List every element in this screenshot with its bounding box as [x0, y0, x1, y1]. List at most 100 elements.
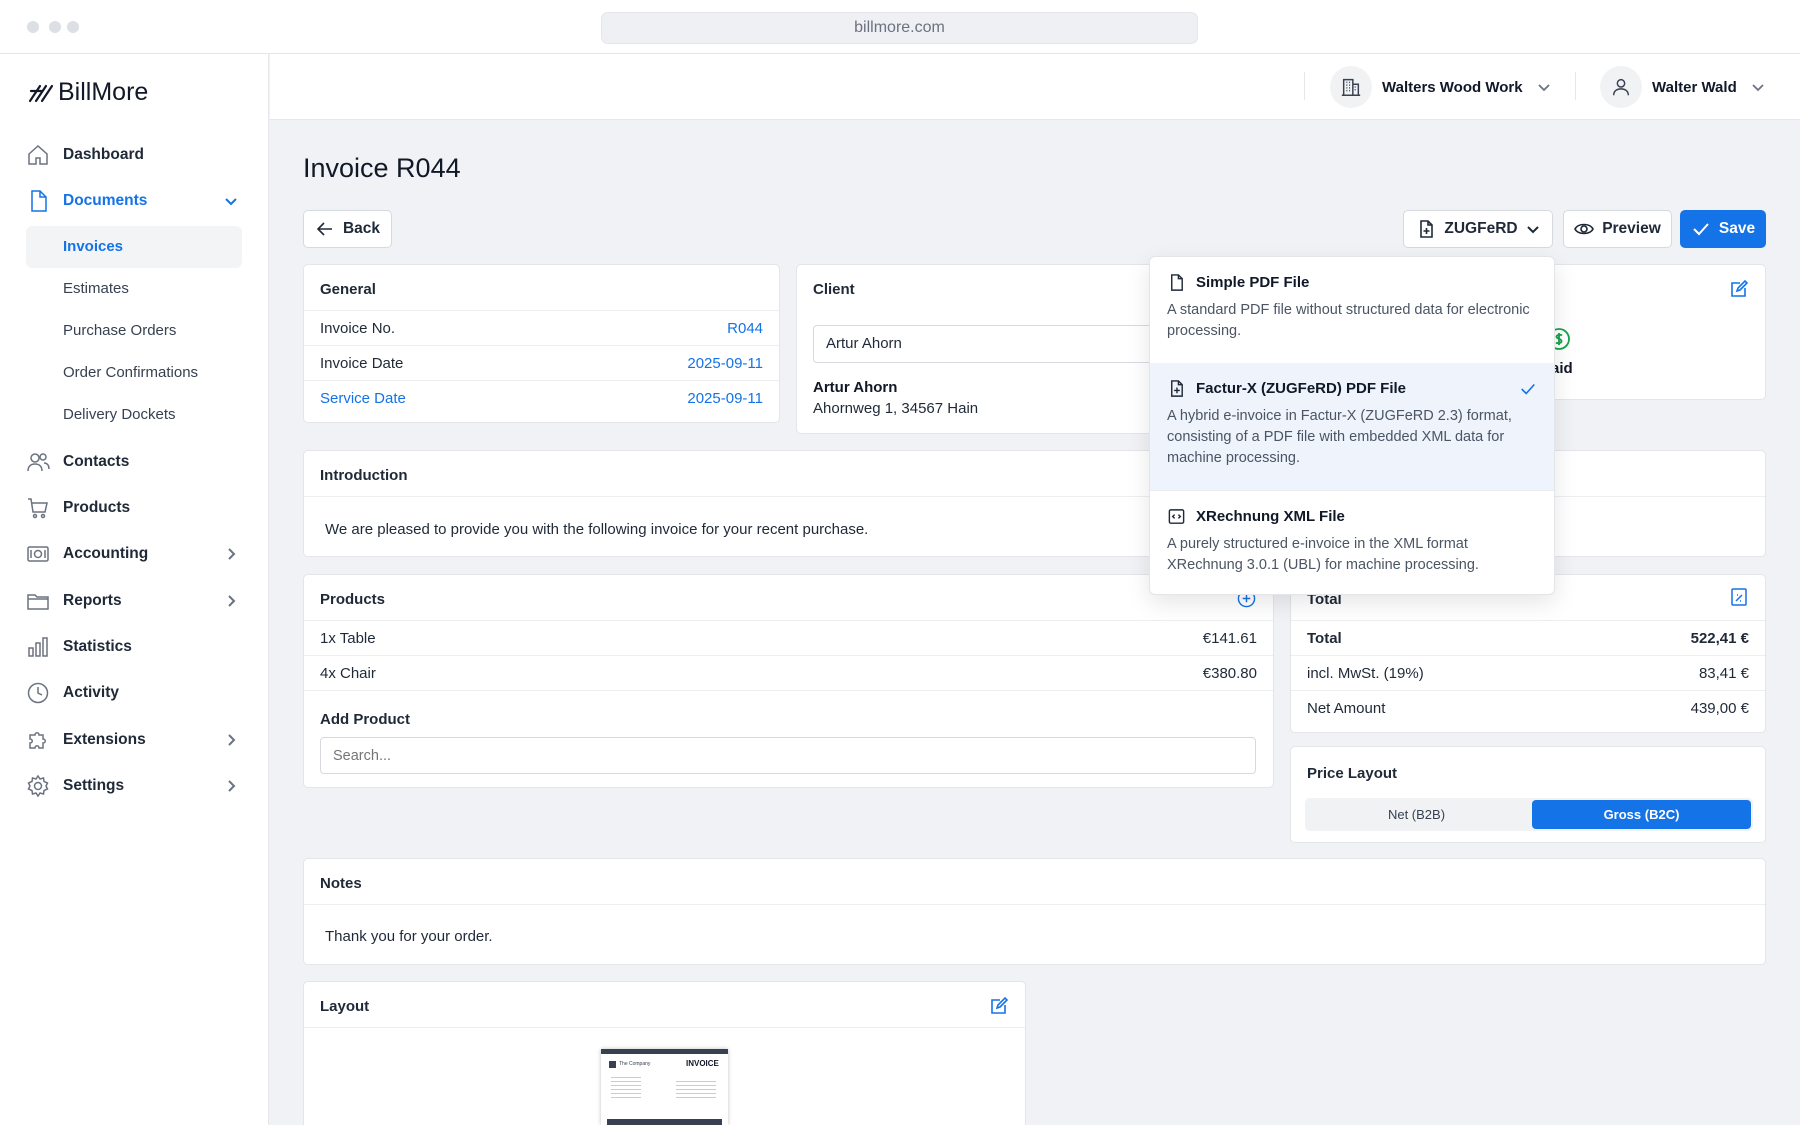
- sidebar-subitem-purchase-orders[interactable]: Purchase Orders: [26, 310, 242, 352]
- edit-icon[interactable]: [1729, 279, 1749, 299]
- file-plus-icon: [1420, 220, 1434, 238]
- sidebar-subitem-invoices[interactable]: Invoices: [26, 226, 242, 268]
- user-name: Walter Wald: [1652, 78, 1737, 96]
- save-button-label: Save: [1718, 220, 1756, 237]
- calculator-edit-icon[interactable]: [1729, 587, 1749, 607]
- app-logo[interactable]: BillMore: [28, 78, 148, 107]
- file-plus-icon: [1171, 380, 1183, 397]
- format-select[interactable]: ZUGFeRD: [1403, 210, 1553, 248]
- invoice-date[interactable]: 2025-09-11: [687, 355, 763, 372]
- option-description: A hybrid e-invoice in Factur-X (ZUGFeRD …: [1167, 408, 1512, 466]
- thumb-top-bar: [601, 1049, 728, 1054]
- company-switcher[interactable]: Walters Wood Work: [1330, 66, 1551, 108]
- users-icon: [27, 453, 50, 472]
- window-dot: [27, 21, 39, 33]
- add-product-label: Add Product: [320, 711, 410, 728]
- notes-heading: Notes: [304, 859, 1765, 905]
- back-button[interactable]: Back: [303, 210, 392, 248]
- toggle-net[interactable]: Net (B2B): [1307, 800, 1526, 829]
- divider: [1304, 72, 1305, 100]
- thumb-address-lines: [611, 1077, 641, 1099]
- logo-icon: [28, 84, 54, 102]
- thumb-logo: [609, 1061, 616, 1068]
- price-layout-toggle: Net (B2B) Gross (B2C): [1305, 798, 1753, 831]
- product-label: 1x Table: [320, 629, 376, 647]
- price-layout-card: Price Layout Net (B2B) Gross (B2C): [1290, 746, 1766, 843]
- service-date[interactable]: 2025-09-11: [687, 390, 763, 407]
- cart-icon: [28, 498, 48, 519]
- save-button[interactable]: Save: [1680, 210, 1766, 248]
- dropdown-option-simple-pdf[interactable]: Simple PDF File A standard PDF file with…: [1150, 257, 1554, 363]
- product-row[interactable]: 1x Table €141.61: [304, 621, 1273, 656]
- sidebar-item-dashboard[interactable]: Dashboard: [26, 140, 242, 170]
- sidebar-item-products[interactable]: Products: [26, 493, 242, 523]
- sidebar-item-settings[interactable]: Settings: [26, 771, 242, 801]
- notes-card: Notes Thank you for your order.: [303, 858, 1766, 965]
- total-label: Total: [1307, 629, 1342, 647]
- sidebar-item-label: Extensions: [63, 731, 146, 748]
- introduction-text[interactable]: We are pleased to provide you with the f…: [325, 521, 868, 538]
- avatar: [1600, 66, 1642, 108]
- company-avatar: [1330, 66, 1372, 108]
- sidebar-item-activity[interactable]: Activity: [26, 678, 242, 708]
- product-price: €141.61: [1202, 629, 1257, 647]
- edit-icon[interactable]: [989, 996, 1009, 1016]
- format-select-label: ZUGFeRD: [1444, 220, 1518, 237]
- price-layout-heading: Price Layout: [1307, 765, 1398, 782]
- option-title: Simple PDF File: [1196, 274, 1310, 291]
- user-menu[interactable]: Walter Wald: [1600, 66, 1765, 108]
- file-icon: [1171, 274, 1183, 291]
- dropdown-option-facturx[interactable]: Factur-X (ZUGFeRD) PDF File A hybrid e-i…: [1150, 363, 1554, 490]
- window-dot: [49, 21, 61, 33]
- divider: [1575, 72, 1576, 100]
- net-value: 439,00 €: [1690, 700, 1749, 717]
- chevron-down-icon: [1537, 84, 1550, 92]
- preview-button[interactable]: Preview: [1563, 210, 1672, 248]
- product-row[interactable]: 4x Chair €380.80: [304, 656, 1273, 691]
- row-label: Invoice No.: [320, 319, 396, 337]
- money-icon: [27, 546, 49, 562]
- user-icon: [1612, 78, 1630, 96]
- client-address: Ahornweg 1, 34567 Hain: [813, 400, 979, 417]
- address-bar[interactable]: billmore.com: [601, 12, 1198, 44]
- sidebar-subitem-estimates[interactable]: Estimates: [26, 268, 242, 310]
- sidebar-item-contacts[interactable]: Contacts: [26, 447, 242, 477]
- tax-label: incl. MwSt. (19%): [1307, 664, 1424, 682]
- top-bar: [270, 54, 1800, 120]
- general-row[interactable]: Service Date 2025-09-11: [304, 381, 779, 416]
- layout-preview-thumbnail[interactable]: The Company INVOICE: [601, 1049, 728, 1125]
- tax-value: 83,41 €: [1698, 664, 1749, 682]
- sidebar-item-label: Activity: [63, 684, 119, 701]
- sidebar-item-reports[interactable]: Reports: [26, 586, 242, 616]
- sidebar-item-extensions[interactable]: Extensions: [26, 725, 242, 755]
- thumb-meta-lines: [676, 1081, 716, 1099]
- home-icon: [28, 144, 48, 165]
- sidebar-item-label: Products: [63, 499, 131, 516]
- document-icon: [31, 190, 47, 212]
- total-row: Total 522,41 €: [1291, 621, 1765, 656]
- toggle-gross[interactable]: Gross (B2C): [1532, 800, 1751, 829]
- sidebar-item-label: Settings: [63, 777, 125, 794]
- bar-chart-icon: [28, 637, 48, 657]
- row-label[interactable]: Service Date: [320, 390, 406, 407]
- general-row[interactable]: Invoice No. R044: [304, 311, 779, 346]
- products-card: Products 1x Table €141.61 4x Chair €380.…: [303, 574, 1274, 788]
- sidebar-item-documents[interactable]: Documents: [26, 186, 242, 216]
- total-value: 522,41 €: [1690, 629, 1749, 647]
- invoice-number[interactable]: R044: [727, 320, 763, 337]
- chevron-right-icon: [228, 734, 236, 746]
- option-description: A standard PDF file without structured d…: [1167, 302, 1530, 339]
- notes-text[interactable]: Thank you for your order.: [325, 928, 493, 945]
- dropdown-option-xrechnung[interactable]: XRechnung XML File A purely structured e…: [1150, 490, 1554, 594]
- sidebar-subitem-delivery-dockets[interactable]: Delivery Dockets: [26, 394, 242, 436]
- general-row[interactable]: Invoice Date 2025-09-11: [304, 346, 779, 381]
- check-icon: [1693, 223, 1709, 236]
- sidebar-subitem-order-confirmations[interactable]: Order Confirmations: [26, 352, 242, 394]
- code-file-icon: [1168, 509, 1185, 524]
- product-search-input[interactable]: [320, 737, 1256, 774]
- layout-heading: Layout: [304, 982, 1025, 1028]
- sidebar-item-accounting[interactable]: Accounting: [26, 539, 242, 569]
- chevron-down-icon: [225, 198, 237, 206]
- chevron-right-icon: [228, 595, 236, 607]
- sidebar-item-statistics[interactable]: Statistics: [26, 632, 242, 662]
